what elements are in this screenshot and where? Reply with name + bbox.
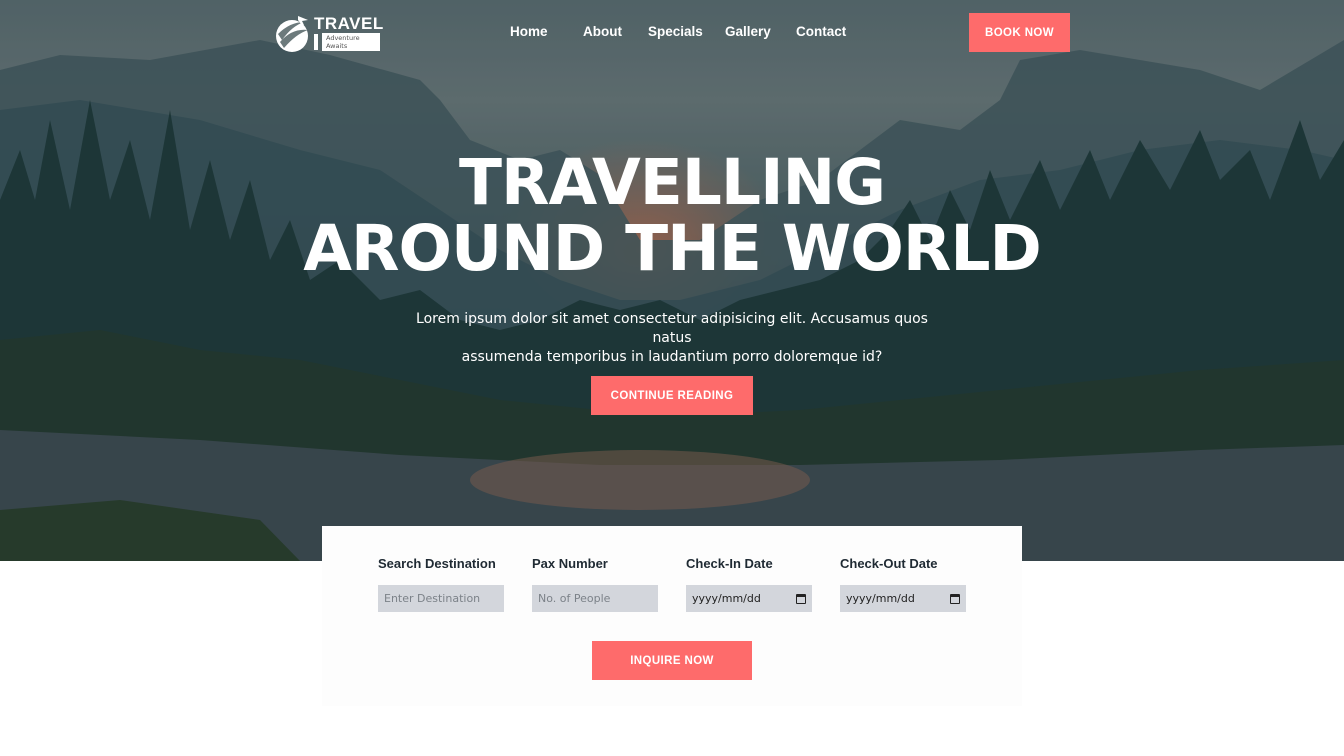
nav-gallery[interactable]: Gallery	[725, 24, 771, 39]
checkout-label: Check-Out Date	[840, 556, 938, 571]
hero-title-line2: AROUND THE WORLD	[303, 212, 1042, 285]
nav-specials[interactable]: Specials	[648, 24, 703, 39]
checkin-date-input[interactable]: yyyy/mm/dd	[686, 585, 812, 612]
calendar-icon[interactable]	[950, 593, 960, 604]
inquiry-form: Search Destination Enter Destination Pax…	[322, 526, 1022, 706]
hero-subtitle: Lorem ipsum dolor sit amet consectetur a…	[400, 310, 944, 367]
nav-contact[interactable]: Contact	[796, 24, 846, 39]
nav-about[interactable]: About	[583, 24, 622, 39]
checkout-date-input[interactable]: yyyy/mm/dd	[840, 585, 966, 612]
top-navbar: TRAVEL Adventure Awaits Home About Speci…	[0, 0, 1344, 70]
hero-title-line1: TRAVELLING	[459, 146, 886, 219]
logo-divider	[314, 34, 318, 50]
destination-label: Search Destination	[378, 556, 496, 571]
brand-logo[interactable]: TRAVEL Adventure Awaits	[274, 12, 384, 54]
checkout-date-value: yyyy/mm/dd	[846, 592, 915, 605]
hero-subtitle-line2: assumenda temporibus in laudantium porro…	[461, 349, 883, 365]
brand-name: TRAVEL	[314, 14, 384, 33]
calendar-icon[interactable]	[796, 593, 806, 604]
checkin-date-value: yyyy/mm/dd	[692, 592, 761, 605]
inquire-now-button[interactable]: INQUIRE NOW	[592, 641, 752, 680]
destination-input[interactable]: Enter Destination	[378, 585, 504, 612]
book-now-button[interactable]: BOOK NOW	[969, 13, 1070, 52]
globe-plane-icon	[276, 16, 308, 52]
checkin-label: Check-In Date	[686, 556, 773, 571]
nav-home[interactable]: Home	[510, 24, 548, 39]
brand-tagline: Adventure Awaits	[322, 33, 380, 51]
continue-reading-button[interactable]: CONTINUE READING	[591, 376, 753, 415]
pax-input[interactable]: No. of People	[532, 585, 658, 612]
hero-subtitle-line1: Lorem ipsum dolor sit amet consectetur a…	[416, 311, 928, 346]
pax-label: Pax Number	[532, 556, 608, 571]
